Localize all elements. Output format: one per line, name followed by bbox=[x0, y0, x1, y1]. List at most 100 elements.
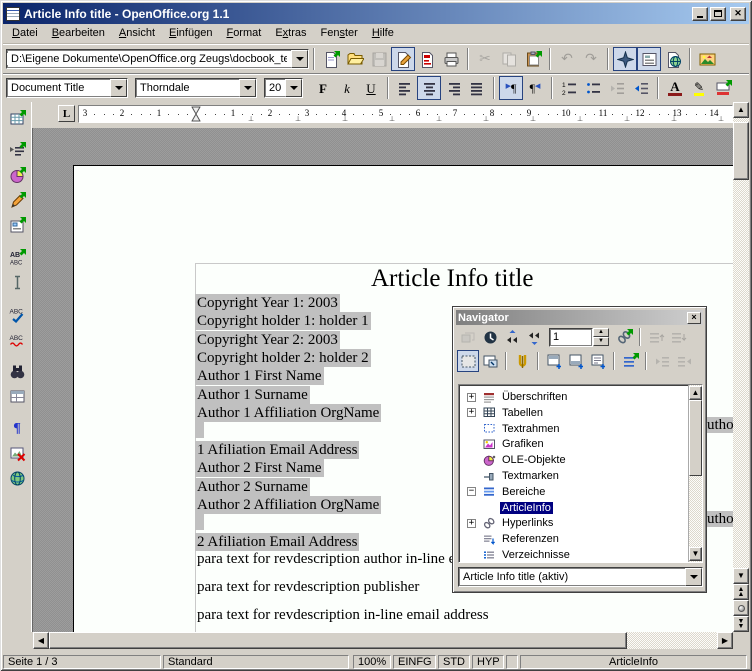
drag-mode-button[interactable] bbox=[613, 326, 635, 348]
spin-down-button[interactable]: ▼ bbox=[593, 337, 609, 346]
auto-spellcheck-button[interactable]: ABC bbox=[5, 327, 30, 352]
justify-button[interactable] bbox=[465, 76, 489, 100]
scroll-down-button[interactable]: ▼ bbox=[733, 568, 749, 584]
font-dropdown-button[interactable] bbox=[239, 79, 256, 97]
underline-button[interactable]: U bbox=[359, 76, 383, 100]
navigator-toggle-button[interactable] bbox=[613, 47, 637, 71]
spellcheck-button[interactable]: ABC bbox=[5, 302, 30, 327]
previous-page-button[interactable]: ▲ ▲ bbox=[733, 584, 749, 600]
vertical-scrollbar[interactable]: ▲ ▼ ▲ ▲ ▼ ▼ bbox=[733, 102, 749, 632]
tree-item-label[interactable]: ArticleInfo bbox=[500, 502, 553, 514]
horizontal-scroll-thumb[interactable] bbox=[49, 632, 627, 649]
copy-button[interactable] bbox=[497, 47, 521, 71]
tree-item-hyperlinks[interactable]: +Hyperlinks bbox=[459, 515, 702, 531]
scroll-right-button[interactable]: ▶ bbox=[717, 632, 733, 649]
clipped-field-fragment[interactable]: utho bbox=[707, 417, 733, 433]
navigation-button[interactable] bbox=[733, 600, 749, 616]
tree-item-label[interactable]: Verzeichnisse bbox=[500, 549, 572, 561]
insert-object-button[interactable] bbox=[5, 163, 30, 188]
tree-item-label[interactable]: OLE-Objekte bbox=[500, 454, 568, 466]
field-line[interactable]: Copyright holder 1: holder 1 bbox=[195, 312, 371, 330]
hyperlink-dialog-button[interactable] bbox=[661, 47, 685, 71]
graphics-on-off-button[interactable] bbox=[5, 441, 30, 466]
paragraph-style-combobox[interactable]: Document Title bbox=[6, 78, 128, 98]
status-page-number[interactable]: Seite 1 / 3 bbox=[3, 655, 161, 669]
list-box-on-off-button[interactable] bbox=[619, 350, 641, 372]
tree-item-oleobjekte[interactable]: OLE-Objekte bbox=[459, 452, 702, 468]
new-document-button[interactable] bbox=[319, 47, 343, 71]
spin-up-button[interactable]: ▲ bbox=[593, 328, 609, 337]
page-number-input[interactable] bbox=[549, 328, 593, 347]
nonprinting-characters-button[interactable]: ¶ bbox=[5, 416, 30, 441]
left-to-right-button[interactable]: ▶¶ bbox=[499, 76, 523, 100]
increase-indent-button[interactable] bbox=[629, 76, 653, 100]
title-bar[interactable]: Article Info title - OpenOffice.org 1.1 … bbox=[3, 3, 749, 24]
scroll-up-button[interactable]: ▲ bbox=[733, 102, 749, 118]
next-page-button[interactable]: ▼ ▼ bbox=[733, 616, 749, 632]
tree-item-verzeichnisse[interactable]: Verzeichnisse bbox=[459, 547, 702, 563]
field-line[interactable]: Author 1 Surname bbox=[195, 386, 310, 404]
size-dropdown-button[interactable] bbox=[285, 79, 302, 97]
menu-einfgen[interactable]: Einfügen bbox=[162, 25, 219, 42]
decrease-indent-button[interactable] bbox=[605, 76, 629, 100]
menu-bearbeiten[interactable]: Bearbeiten bbox=[45, 25, 112, 42]
online-layout-button[interactable] bbox=[5, 466, 30, 491]
bold-button[interactable]: F bbox=[311, 76, 335, 100]
maximize-button[interactable] bbox=[710, 7, 726, 21]
menu-hilfe[interactable]: Hilfe bbox=[365, 25, 401, 42]
tree-item-referenzen[interactable]: Referenzen bbox=[459, 531, 702, 547]
previous-button[interactable] bbox=[501, 326, 523, 348]
style-dropdown-button[interactable] bbox=[110, 79, 127, 97]
paragraph-line[interactable]: para text for revdescription in-line ema… bbox=[195, 606, 491, 624]
font-color-button[interactable]: A bbox=[663, 76, 687, 100]
collapse-icon[interactable]: − bbox=[467, 487, 476, 496]
toggle-button[interactable] bbox=[457, 326, 479, 348]
paragraph-background-button[interactable] bbox=[711, 76, 735, 100]
indent-marker[interactable] bbox=[192, 106, 201, 122]
anchor-toggle-button[interactable] bbox=[587, 350, 609, 372]
tab-selector-button[interactable]: L bbox=[58, 105, 75, 122]
italic-button[interactable]: k bbox=[335, 76, 359, 100]
font-name-combobox[interactable]: Thorndale bbox=[135, 78, 257, 98]
paste-button[interactable] bbox=[521, 47, 545, 71]
tree-item-articleinfo[interactable]: ArticleInfo bbox=[459, 500, 702, 516]
minimize-button[interactable] bbox=[692, 7, 708, 21]
numbered-list-button[interactable]: 12 bbox=[557, 76, 581, 100]
content-view-button[interactable] bbox=[457, 350, 479, 372]
url-input[interactable] bbox=[7, 53, 291, 65]
stylist-toggle-button[interactable] bbox=[637, 47, 661, 71]
status-page-style[interactable]: Standard bbox=[163, 655, 349, 669]
tree-item-label[interactable]: Hyperlinks bbox=[500, 517, 555, 529]
status-insert-mode[interactable]: EINFG bbox=[393, 655, 436, 669]
insert-button[interactable] bbox=[5, 138, 30, 163]
promote-level-button[interactable] bbox=[651, 350, 673, 372]
vertical-scroll-thumb[interactable] bbox=[733, 122, 749, 180]
demote-level-button[interactable] bbox=[673, 350, 695, 372]
tree-item-label[interactable]: Referenzen bbox=[500, 533, 561, 545]
insert-table-button[interactable] bbox=[5, 106, 30, 131]
field-line[interactable]: Copyright holder 2: holder 2 bbox=[195, 349, 371, 367]
field-line[interactable] bbox=[195, 514, 204, 530]
status-zoom-level[interactable]: 100% bbox=[353, 655, 391, 669]
navigator-document-combobox[interactable]: Article Info title (aktiv) bbox=[458, 567, 703, 587]
menu-extras[interactable]: Extras bbox=[268, 25, 313, 42]
bullet-list-button[interactable] bbox=[581, 76, 605, 100]
tree-item-berschriften[interactable]: +Überschriften bbox=[459, 389, 702, 405]
anchor-text-button[interactable] bbox=[511, 350, 533, 372]
next-button[interactable] bbox=[523, 326, 545, 348]
clipped-field-fragment[interactable]: utho bbox=[707, 511, 733, 527]
tree-item-label[interactable]: Textrahmen bbox=[500, 423, 561, 435]
tree-item-bereiche[interactable]: −Bereiche bbox=[459, 484, 702, 500]
undo-button[interactable]: ↶ bbox=[555, 47, 579, 71]
field-line[interactable]: 1 Afiliation Email Address bbox=[195, 441, 359, 459]
url-combobox[interactable] bbox=[6, 49, 309, 69]
tree-item-tabellen[interactable]: +Tabellen bbox=[459, 405, 702, 421]
direct-cursor-button[interactable] bbox=[5, 270, 30, 295]
tree-item-grafiken[interactable]: Grafiken bbox=[459, 436, 702, 452]
document-heading[interactable]: Article Info title bbox=[371, 265, 533, 293]
tree-item-label[interactable]: Textmarken bbox=[500, 470, 561, 482]
footer-button[interactable] bbox=[565, 350, 587, 372]
edit-file-button[interactable] bbox=[391, 47, 415, 71]
menu-fenster[interactable]: Fenster bbox=[314, 25, 365, 42]
close-button[interactable]: ✕ bbox=[730, 7, 746, 21]
